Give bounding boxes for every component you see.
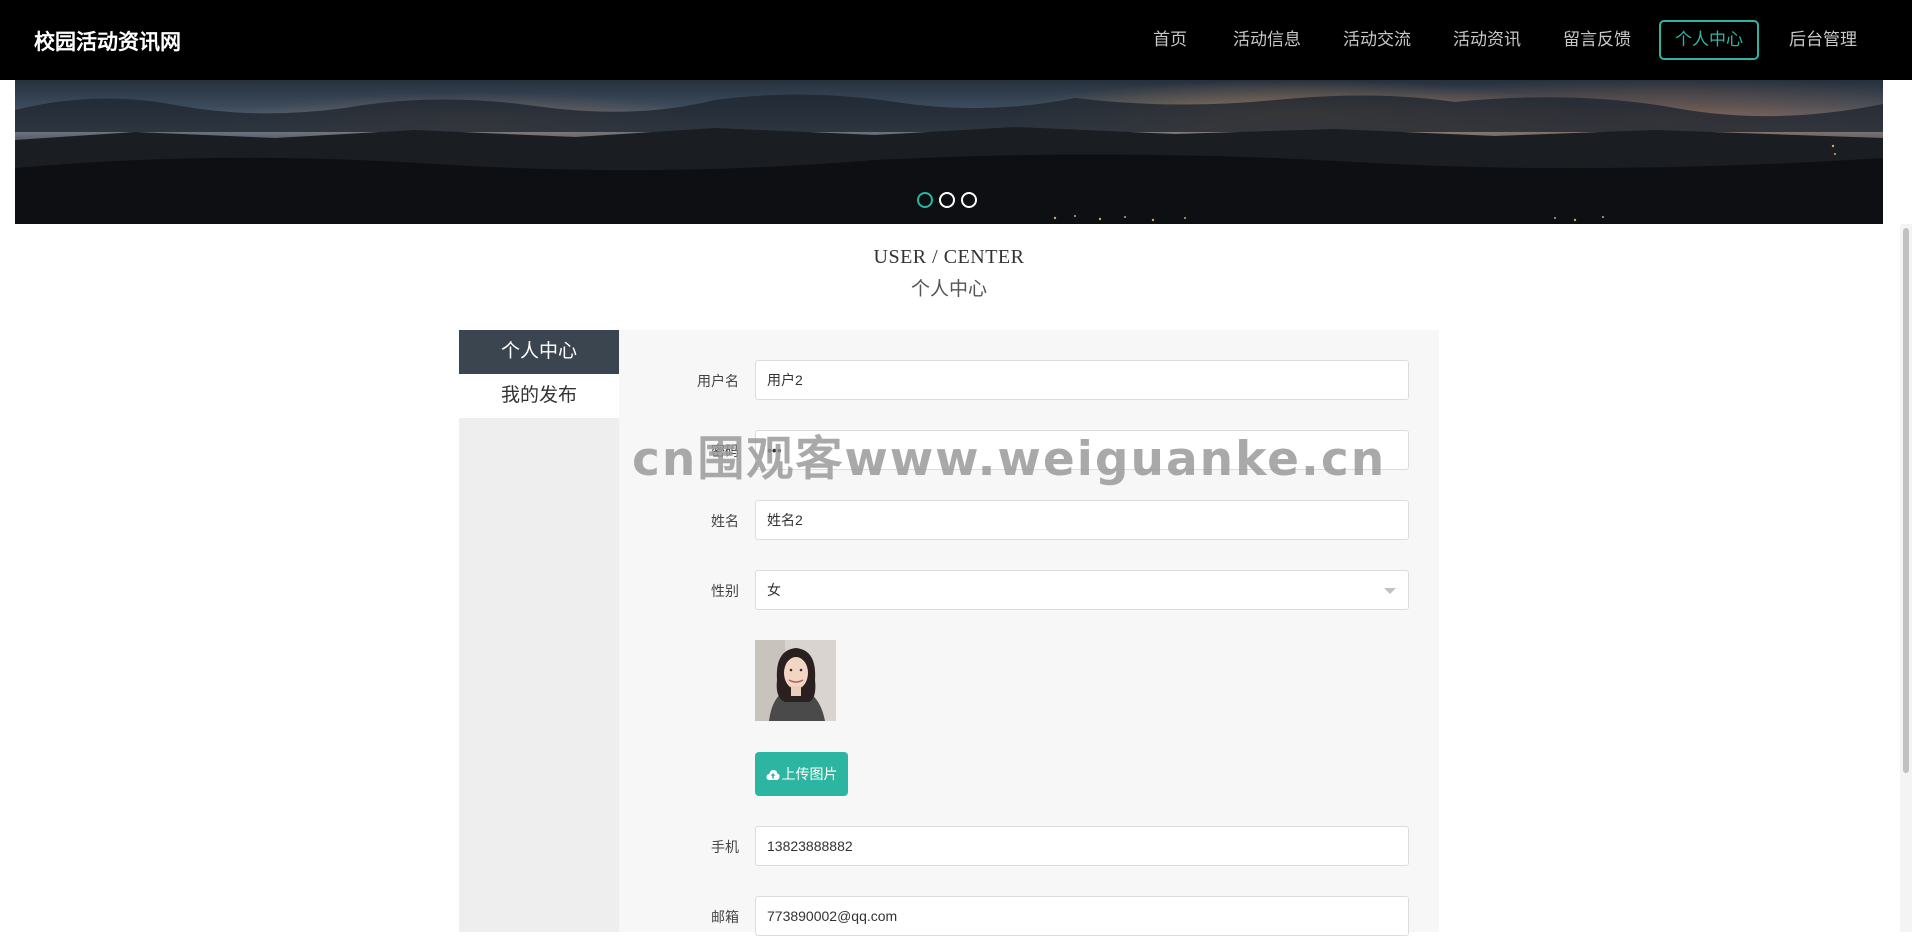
section-title-cn: 个人中心 [910,279,987,300]
nav-item-feedback[interactable]: 留言反馈 [1563,20,1631,60]
email-input[interactable]: 773890002@qq.com [755,896,1409,936]
gender-select[interactable]: 女 [755,570,1409,610]
banner-carousel[interactable] [15,80,1883,224]
cloud-upload-icon [765,770,780,780]
site-title[interactable]: 校园活动资讯网 [34,26,181,56]
gender-selected-value: 女 [767,582,781,598]
sidebar-item-user-center[interactable]: 个人中心 [459,330,619,374]
nav-item-admin[interactable]: 后台管理 [1789,20,1857,60]
nav-item-activity-news[interactable]: 活动资讯 [1453,20,1521,60]
sidebar-item-my-posts[interactable]: 我的发布 [459,374,619,418]
name-input[interactable]: 姓名2 [755,500,1409,540]
nav-item-home[interactable]: 首页 [1153,20,1187,60]
username-label: 用户名 [697,373,739,389]
phone-input[interactable]: 13823888882 [755,826,1409,866]
carousel-dot-3[interactable] [961,192,977,208]
chevron-down-icon [1384,588,1396,594]
email-label: 邮箱 [711,909,739,925]
page-scrollbar[interactable] [1900,224,1912,932]
top-navbar: 校园活动资讯网 首页 活动信息 活动交流 活动资讯 留言反馈 个人中心 后台管理 [0,0,1912,80]
upload-image-label: 上传图片 [781,766,838,782]
section-title-en: USER / CENTER [873,246,1025,268]
nav-item-activity-info[interactable]: 活动信息 [1233,20,1301,60]
user-sidebar: 个人中心 我的发布 [459,330,619,932]
carousel-dot-2[interactable] [939,192,955,208]
gender-label: 性别 [711,583,739,599]
nav-item-user-center[interactable]: 个人中心 [1659,20,1759,60]
avatar-image [755,640,836,721]
carousel-dot-1[interactable] [917,192,933,208]
scrollbar-thumb[interactable] [1903,228,1909,773]
nav-item-activity-exchange[interactable]: 活动交流 [1343,20,1411,60]
username-input[interactable]: 用户2 [755,360,1409,400]
upload-image-button[interactable]: 上传图片 [755,752,848,796]
name-label: 姓名 [711,513,739,529]
watermark-text: cn围观客www.weiguanke.cn [632,432,1387,487]
phone-label: 手机 [711,839,739,855]
carousel-indicators [917,192,997,212]
